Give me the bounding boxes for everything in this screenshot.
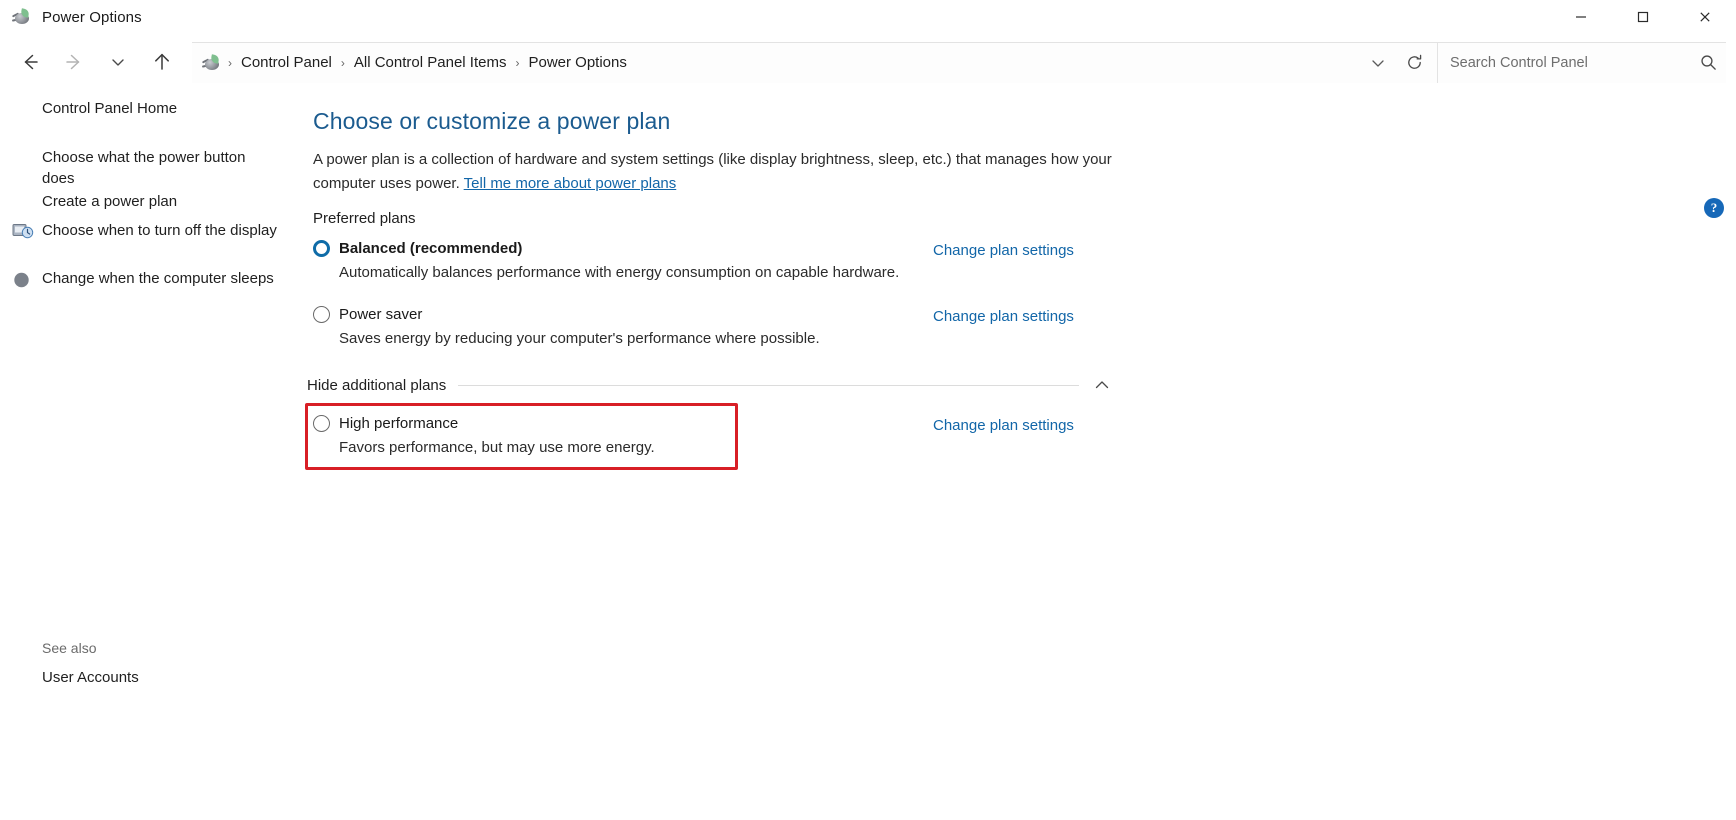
sidebar: Control Panel Home Choose what the power… — [0, 90, 305, 820]
back-button[interactable] — [8, 42, 52, 82]
change-plan-settings-balanced[interactable]: Change plan settings — [933, 242, 1074, 259]
sidebar-item-computer-sleeps[interactable]: Change when the computer sleeps — [14, 268, 282, 289]
navigation-bar: › Control Panel › All Control Panel Item… — [0, 34, 1736, 90]
sidebar-item-label: Choose what the power button does — [42, 149, 246, 187]
search-input[interactable] — [1450, 54, 1699, 71]
plan-name: Balanced (recommended) — [339, 240, 523, 257]
address-bar[interactable]: › Control Panel › All Control Panel Item… — [192, 41, 1437, 83]
close-button[interactable] — [1674, 0, 1736, 34]
maximize-button[interactable] — [1612, 0, 1674, 34]
moon-icon — [12, 270, 34, 290]
refresh-icon — [1407, 54, 1421, 69]
recent-locations-button[interactable] — [96, 42, 140, 82]
page-description-text: A power plan is a collection of hardware… — [313, 151, 1112, 192]
breadcrumb-separator-1: › — [340, 55, 345, 70]
hide-additional-plans-row[interactable]: Hide additional plans — [307, 374, 1113, 396]
chevron-up-icon[interactable] — [1091, 374, 1113, 396]
chevron-down-icon — [112, 59, 124, 66]
title-bar-left: Power Options — [0, 7, 142, 27]
display-shield-icon — [12, 222, 34, 242]
content-area: Control Panel Home Choose what the power… — [0, 90, 1736, 820]
up-arrow-icon — [155, 53, 169, 70]
change-plan-settings-power-saver[interactable]: Change plan settings — [933, 308, 1074, 325]
see-also-label: See also — [42, 640, 97, 656]
breadcrumb-separator-0: › — [228, 55, 232, 70]
hide-additional-plans-label[interactable]: Hide additional plans — [307, 377, 446, 394]
breadcrumb-power-icon — [201, 53, 222, 73]
sidebar-item-label: Create a power plan — [42, 193, 178, 210]
title-bar: Power Options — [0, 0, 1736, 34]
maximize-icon — [1637, 11, 1649, 23]
close-icon — [1700, 12, 1710, 22]
sidebar-item-control-panel-home[interactable]: Control Panel Home — [42, 98, 242, 119]
window-title: Power Options — [42, 8, 142, 26]
plan-description: Automatically balances performance with … — [339, 264, 900, 281]
forward-arrow-icon — [66, 54, 80, 70]
plan-description: Saves energy by reducing your computer's… — [339, 330, 820, 347]
window-controls — [1550, 0, 1736, 34]
sidebar-item-create-power-plan[interactable]: Create a power plan — [42, 191, 282, 212]
breadcrumb-item-power-options[interactable]: Power Options — [521, 51, 633, 74]
refresh-button[interactable] — [1397, 47, 1431, 79]
change-plan-settings-high-performance[interactable]: Change plan settings — [933, 417, 1074, 434]
plan-name: High performance — [339, 415, 459, 432]
up-button[interactable] — [140, 42, 184, 82]
minimize-icon — [1576, 16, 1586, 18]
page-description: A power plan is a collection of hardware… — [313, 148, 1143, 196]
sidebar-item-label: Control Panel Home — [42, 100, 178, 117]
radio-power-saver[interactable] — [313, 306, 330, 323]
forward-button[interactable] — [52, 42, 96, 82]
breadcrumb-item-all-control-panel-items[interactable]: All Control Panel Items — [347, 51, 514, 74]
see-also-link-user-accounts[interactable]: User Accounts — [42, 669, 139, 686]
back-arrow-icon — [24, 54, 38, 70]
sidebar-item-label: Choose when to turn off the display — [42, 222, 277, 239]
sidebar-item-label: Change when the computer sleeps — [42, 270, 274, 287]
address-bar-actions — [1361, 47, 1437, 79]
search-box[interactable] — [1437, 41, 1726, 83]
minimize-button[interactable] — [1550, 0, 1612, 34]
plan-description: Favors performance, but may use more ene… — [339, 439, 655, 456]
tell-me-more-link[interactable]: Tell me more about power plans — [464, 175, 677, 192]
radio-high-performance[interactable] — [313, 415, 330, 432]
power-plug-icon — [11, 7, 32, 27]
breadcrumb: › Control Panel › All Control Panel Item… — [226, 51, 634, 74]
divider — [458, 384, 1079, 386]
radio-balanced[interactable] — [313, 240, 330, 257]
address-history-button[interactable] — [1361, 47, 1395, 79]
main-panel: ? Choose or customize a power plan A pow… — [305, 90, 1736, 820]
search-icon[interactable] — [1699, 53, 1718, 72]
sidebar-item-turn-off-display[interactable]: Choose when to turn off the display — [12, 220, 282, 241]
breadcrumb-separator-2: › — [515, 55, 520, 70]
plan-name: Power saver — [339, 306, 423, 323]
breadcrumb-item-control-panel[interactable]: Control Panel — [234, 51, 339, 74]
preferred-plans-label: Preferred plans — [313, 210, 416, 227]
chevron-down-icon — [1372, 59, 1384, 67]
page-title: Choose or customize a power plan — [313, 108, 671, 134]
help-button[interactable]: ? — [1704, 198, 1724, 218]
sidebar-item-power-button-does[interactable]: Choose what the power button does — [42, 147, 282, 189]
